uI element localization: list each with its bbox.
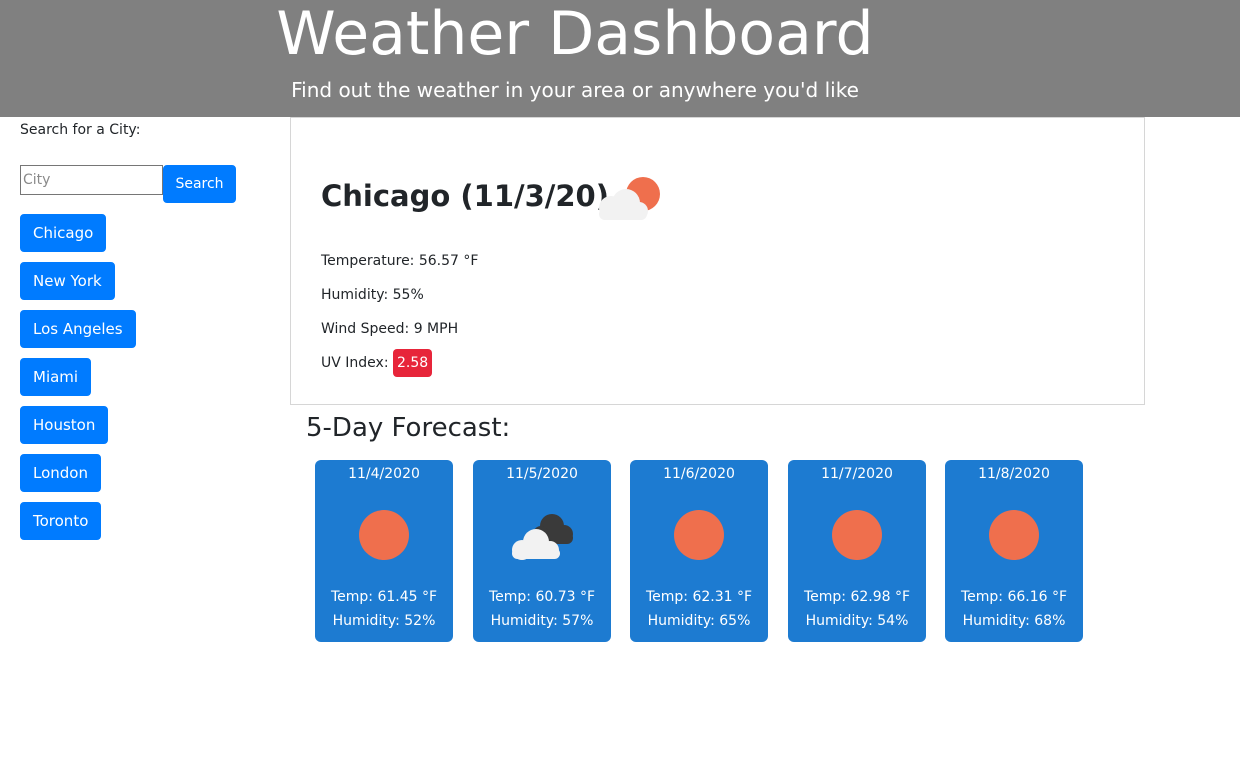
page-header: Weather Dashboard Find out the weather i… [0,0,1240,117]
city-search-input[interactable] [20,165,163,195]
city-button-london[interactable]: London [20,454,101,492]
forecast-card: 11/7/2020 Temp: 62.98 °F Humidity: 54% [788,460,926,642]
current-wind-speed: Wind Speed: 9 MPH [321,321,459,337]
forecast-card: 11/6/2020 Temp: 62.31 °F Humidity: 65% [630,460,768,642]
city-button-miami[interactable]: Miami [20,358,92,396]
forecast-humidity: Humidity: 52% [332,613,436,629]
forecast-temp: Temp: 62.98 °F [803,589,911,605]
forecast-temp: Temp: 61.45 °F [330,589,438,605]
forecast-date: 11/7/2020 [821,466,893,482]
city-button-toronto[interactable]: Toronto [20,502,102,540]
sun-icon [359,510,409,560]
forecast-humidity: Humidity: 54% [805,613,909,629]
forecast-humidity: Humidity: 68% [962,613,1066,629]
current-humidity: Humidity: 55% [321,287,424,303]
current-city-heading: Chicago (11/3/20) [321,179,609,213]
forecast-date: 11/5/2020 [506,466,578,482]
search-button[interactable]: Search [163,165,236,203]
page-title: Weather Dashboard [276,0,874,69]
cloudy-icon [512,514,573,560]
forecast-card: 11/8/2020 Temp: 66.16 °F Humidity: 68% [945,460,1083,642]
current-uv-row: UV Index: 2.58 [321,349,433,377]
sidebar: Search for a City: Search Chicago New Yo… [20,118,270,540]
forecast-date: 11/6/2020 [663,466,735,482]
sun-icon [832,510,882,560]
city-button-chicago[interactable]: Chicago [20,214,107,252]
search-label: Search for a City: [20,122,141,138]
forecast-humidity: Humidity: 57% [490,613,594,629]
sun-icon [674,510,724,560]
current-temperature: Temperature: 56.57 °F [321,253,479,269]
partly-cloudy-icon [599,177,660,220]
forecast-date: 11/8/2020 [978,466,1050,482]
forecast-date: 11/4/2020 [348,466,420,482]
current-weather-card: Chicago (11/3/20) Temperature: 56.57 °F … [290,117,1145,405]
uv-index-badge: 2.58 [392,349,433,377]
page-subtitle: Find out the weather in your area or any… [291,78,859,102]
forecast-temp: Temp: 62.31 °F [645,589,753,605]
uv-index-label: UV Index: [321,355,393,371]
forecast-temp: Temp: 60.73 °F [488,589,596,605]
sun-icon [989,510,1039,560]
forecast-temp: Temp: 66.16 °F [960,589,1068,605]
city-button-new-york[interactable]: New York [20,262,115,300]
city-button-houston[interactable]: Houston [20,406,109,444]
forecast-humidity: Humidity: 65% [647,613,751,629]
forecast-card: 11/4/2020 Temp: 61.45 °F Humidity: 52% [315,460,453,642]
forecast-card: 11/5/2020 Temp: 60.73 °F Humidity: 57% [473,460,611,642]
search-form: Search [20,165,236,203]
forecast-title: 5-Day Forecast: [306,413,511,443]
city-button-los-angeles[interactable]: Los Angeles [20,310,136,348]
